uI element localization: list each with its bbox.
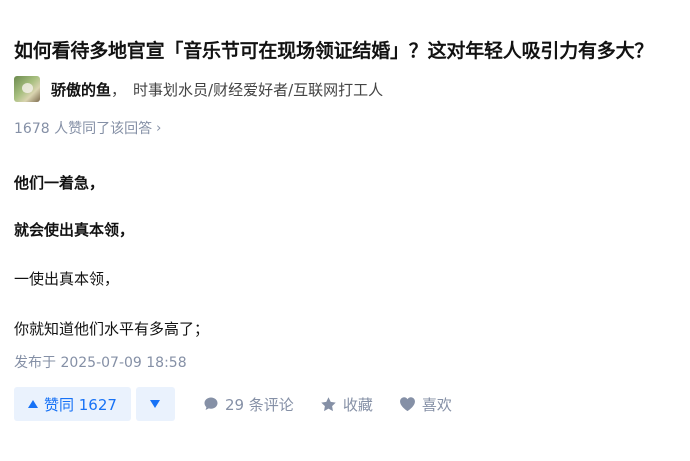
author-row: 骄傲的鱼 ， 时事划水员/财经爱好者/互联网打工人 — [14, 76, 383, 102]
publish-time[interactable]: 发布于 2025-07-09 18:58 — [14, 352, 187, 372]
answer-paragraph: 他们一着急， — [14, 174, 105, 192]
author-separator: ， — [111, 80, 127, 99]
like-button[interactable]: 喜欢 — [399, 394, 452, 415]
chevron-right-icon: › — [156, 120, 162, 136]
caret-up-icon — [28, 400, 38, 408]
vote-summary-text: 1678 人赞同了该回答 — [14, 121, 153, 137]
answer-paragraph: 就会使出真本领， — [14, 221, 135, 239]
collect-button[interactable]: 收藏 — [320, 394, 373, 415]
downvote-button[interactable] — [135, 387, 175, 421]
avatar[interactable] — [14, 76, 40, 102]
author-name[interactable]: 骄傲的鱼 — [51, 79, 111, 100]
answer-paragraph: 你就知道他们水平有多高了； — [14, 320, 210, 338]
answer-paragraph: 一使出真本领， — [14, 270, 120, 288]
author-bio: 时事划水员/财经爱好者/互联网打工人 — [133, 80, 384, 99]
collect-label: 收藏 — [342, 395, 373, 414]
answer-page: 如何看待多地官宣「音乐节可在现场领证结婚」？这对年轻人吸引力有多大？ 骄傲的鱼 … — [0, 0, 690, 461]
comments-label: 29 条评论 — [224, 395, 294, 414]
question-title[interactable]: 如何看待多地官宣「音乐节可在现场领证结婚」？这对年轻人吸引力有多大？ — [14, 36, 686, 66]
comment-bubble-icon — [204, 397, 218, 410]
action-bar: 赞同 1627 29 条评论 收藏 喜欢 — [14, 387, 452, 421]
comments-button[interactable]: 29 条评论 — [203, 394, 294, 415]
heart-icon — [399, 397, 415, 412]
vote-summary-link[interactable]: 1678 人赞同了该回答 › — [14, 118, 161, 138]
star-icon — [321, 396, 336, 411]
upvote-button[interactable]: 赞同 1627 — [14, 387, 131, 421]
caret-down-icon — [150, 400, 161, 408]
upvote-label: 赞同 1627 — [44, 395, 117, 414]
like-label: 喜欢 — [421, 395, 452, 414]
